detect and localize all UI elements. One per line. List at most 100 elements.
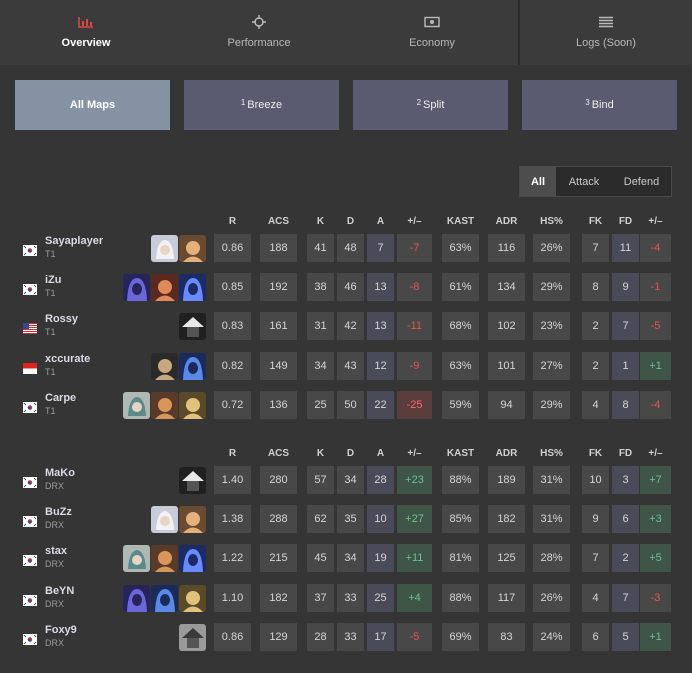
stat-cell: -5: [397, 623, 432, 651]
column-header[interactable]: FK: [582, 216, 609, 227]
player-name[interactable]: BuZz: [45, 506, 72, 518]
stat-cell: 45: [307, 544, 334, 572]
stat-cell: 182: [260, 584, 297, 612]
stat-cell: +23: [397, 466, 432, 494]
player-name[interactable]: xccurate: [45, 353, 90, 365]
column-header[interactable]: ADR: [488, 216, 525, 227]
player-name[interactable]: iZu: [45, 274, 62, 286]
stat-cell: 136: [260, 391, 297, 419]
stat-cell: 7: [582, 544, 609, 572]
player-name[interactable]: Rossy: [45, 313, 78, 325]
jett-agent-icon: [151, 235, 178, 262]
column-header[interactable]: K: [307, 216, 334, 227]
tab-logs[interactable]: Logs (Soon): [518, 0, 692, 65]
column-header[interactable]: FD: [612, 216, 639, 227]
side-filter-all[interactable]: All: [520, 167, 556, 196]
map-breeze-button[interactable]: 1 Breeze: [184, 80, 339, 130]
stat-cell: +11: [397, 544, 432, 572]
player-name[interactable]: BeYN: [45, 585, 74, 597]
column-header[interactable]: A: [367, 216, 394, 227]
yoru-agent-icon: [179, 545, 206, 572]
stat-cell: -1: [640, 273, 671, 301]
flag-icon: [23, 282, 37, 295]
column-header[interactable]: D: [337, 448, 364, 459]
stat-cell: 37: [307, 584, 334, 612]
map-all-button[interactable]: All Maps: [15, 80, 170, 130]
stat-cell: 29%: [533, 391, 570, 419]
side-filter-defend[interactable]: Defend: [612, 167, 671, 196]
stat-cell: 63%: [442, 234, 479, 262]
column-header[interactable]: KAST: [442, 216, 479, 227]
crosshair-icon: [252, 13, 266, 31]
column-header[interactable]: ACS: [260, 448, 297, 459]
player-name[interactable]: MaKo: [45, 467, 75, 479]
stat-cell: +4: [397, 584, 432, 612]
player-team: T1: [45, 288, 56, 298]
top-nav: Overview Performance Economy Logs (Soon): [0, 0, 692, 65]
stat-cell: 215: [260, 544, 297, 572]
stat-cell: 101: [488, 352, 525, 380]
stat-cell: 61%: [442, 273, 479, 301]
stat-cell: 7: [612, 312, 639, 340]
stat-cell: 69%: [442, 623, 479, 651]
column-header[interactable]: ADR: [488, 448, 525, 459]
stat-cell: 149: [260, 352, 297, 380]
flag-icon: [23, 514, 37, 527]
column-header[interactable]: D: [337, 216, 364, 227]
tab-performance-label: Performance: [227, 36, 291, 49]
player-name[interactable]: Sayaplayer: [45, 235, 103, 247]
column-header[interactable]: KAST: [442, 448, 479, 459]
stat-cell: 161: [260, 312, 297, 340]
map-bind-button[interactable]: 3 Bind: [522, 80, 677, 130]
stat-cell: 2: [612, 544, 639, 572]
stat-cell: 4: [582, 391, 609, 419]
stat-cell: 1.10: [214, 584, 251, 612]
map-split-button[interactable]: 2 Split: [353, 80, 508, 130]
stat-cell: 42: [337, 312, 364, 340]
stat-cell: 28%: [533, 544, 570, 572]
player-name[interactable]: Carpe: [45, 392, 76, 404]
column-header[interactable]: FK: [582, 448, 609, 459]
omen-agent-icon: [123, 274, 150, 301]
stat-cell: 68%: [442, 312, 479, 340]
flag-icon: [23, 593, 37, 606]
column-header[interactable]: +/–: [640, 448, 671, 459]
chamber-agent-icon: [151, 585, 178, 612]
player-team: DRX: [45, 638, 65, 648]
column-header[interactable]: HS%: [533, 448, 570, 459]
tab-economy[interactable]: Economy: [346, 0, 518, 65]
stat-cell: -4: [640, 234, 671, 262]
column-header[interactable]: ACS: [260, 216, 297, 227]
stat-cell: 1.40: [214, 466, 251, 494]
player-row: Rossy T1 0.83 161 31 42 13 -11 68% 102 23% 2 7 -5: [0, 312, 692, 342]
column-header[interactable]: +/–: [397, 216, 432, 227]
stat-cell: 0.82: [214, 352, 251, 380]
stat-cell: 57: [307, 466, 334, 494]
stat-cell: 63%: [442, 352, 479, 380]
map-label: Breeze: [247, 99, 283, 111]
side-filter-attack[interactable]: Attack: [556, 167, 612, 196]
stat-cell: 9: [612, 273, 639, 301]
column-header[interactable]: R: [214, 448, 251, 459]
chamber-agent-icon: [179, 353, 206, 380]
stat-cell: 31: [307, 312, 334, 340]
column-header[interactable]: +/–: [397, 448, 432, 459]
column-header[interactable]: R: [214, 216, 251, 227]
stat-cell: 8: [582, 273, 609, 301]
player-name[interactable]: Foxy9: [45, 624, 77, 636]
column-header[interactable]: +/–: [640, 216, 671, 227]
player-name[interactable]: stax: [45, 545, 67, 557]
stat-cell: 46: [337, 273, 364, 301]
stat-cell: 59%: [442, 391, 479, 419]
column-header[interactable]: FD: [612, 448, 639, 459]
stat-cell: 83: [488, 623, 525, 651]
column-header[interactable]: K: [307, 448, 334, 459]
tab-performance[interactable]: Performance: [172, 0, 346, 65]
yoru-agent-icon: [179, 274, 206, 301]
player-team: T1: [45, 249, 56, 259]
stat-cell: 85%: [442, 505, 479, 533]
column-header[interactable]: A: [367, 448, 394, 459]
tab-overview[interactable]: Overview: [0, 0, 172, 65]
column-header[interactable]: HS%: [533, 216, 570, 227]
player-team: T1: [45, 367, 56, 377]
